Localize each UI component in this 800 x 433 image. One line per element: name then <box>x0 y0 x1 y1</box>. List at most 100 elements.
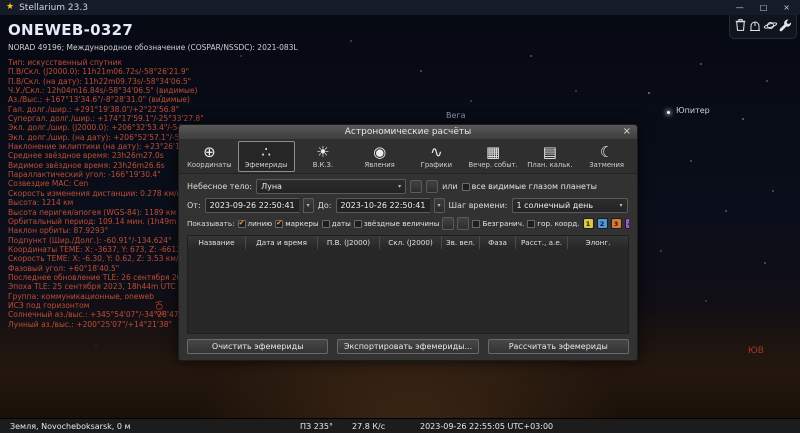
checkbox-option[interactable]: гор. коорд. <box>527 219 580 228</box>
minimize-button[interactable]: — <box>736 3 744 12</box>
stellarium-logo-icon: ★ <box>6 2 15 12</box>
tab-label: Затмения <box>589 161 624 169</box>
prev-body-button[interactable] <box>410 180 423 193</box>
ephemeris-table: Название Дата и время П.В. (J2000) Скл. … <box>187 235 629 334</box>
checkbox-icon <box>321 219 330 228</box>
status-fps: 27.8 К/с <box>352 422 386 431</box>
time-step-select[interactable]: 1 солнечный день <box>511 198 628 213</box>
checkbox-icon <box>461 182 470 191</box>
dialog-title: Астрономические расчёты <box>344 127 472 137</box>
table-header-cell[interactable]: Название <box>188 236 246 249</box>
dialog-titlebar[interactable]: Астрономические расчёты × <box>179 125 637 139</box>
or-label: или <box>442 182 458 191</box>
object-info-line: Супергал. долг./шир.: +174°17'59.1"/-25°… <box>8 114 204 124</box>
time-step-label: Шаг времени: <box>448 201 508 210</box>
ephemeris-table-body <box>188 249 628 333</box>
color-preset-button[interactable]: 1 <box>582 218 594 229</box>
color-preset-button[interactable]: 4 <box>624 218 629 229</box>
celestial-body-select[interactable]: Луна <box>256 179 407 194</box>
dialog-tab[interactable]: ∴ Эфемериды <box>237 141 295 172</box>
window-title: Stellarium 23.3 <box>19 2 88 13</box>
wrench-icon[interactable] <box>779 19 792 32</box>
object-info-line: П.В/Скл. (J2000.0): 11h21m06.72s/-58°26'… <box>8 67 190 77</box>
cardinal-se-label: ЮВ <box>748 346 764 356</box>
tab-icon: ▤ <box>542 143 557 161</box>
table-header-cell[interactable]: П.В. (J2000) <box>318 236 380 249</box>
stellarium-app: Юпитер Вега ЮВ ЮЗ ★ Stellarium 23.3 — □ … <box>0 0 800 433</box>
maximize-button[interactable]: □ <box>760 3 768 12</box>
dialog-tab[interactable]: ⊕ Координаты <box>181 141 238 172</box>
to-date-input[interactable]: 2023-10-26 22:50:41 <box>335 198 430 213</box>
trash-icon[interactable] <box>734 18 747 32</box>
next-body-button[interactable] <box>426 180 439 193</box>
table-header-cell[interactable]: Скл. (J2000) <box>380 236 442 249</box>
tab-icon: ☀ <box>316 143 330 161</box>
checkbox-icon <box>275 219 284 228</box>
close-window-button[interactable]: × <box>783 3 790 12</box>
checkbox-option[interactable]: Безгранич. <box>472 219 524 228</box>
dialog-tab[interactable]: ◉ Явления <box>351 141 408 172</box>
checkbox-option[interactable]: звёздные величины <box>353 219 440 228</box>
time-step-value: 1 солнечный день <box>516 201 594 210</box>
checkbox-label: линию <box>247 219 273 228</box>
vega-label: Вега <box>446 111 466 120</box>
tab-icon: ∿ <box>430 143 443 161</box>
tab-label: План. кальк. <box>527 161 573 169</box>
marker-style-button[interactable] <box>457 217 470 230</box>
table-header-cell[interactable]: Элонг. <box>568 236 628 249</box>
to-label: До: <box>317 201 332 210</box>
tab-label: Графики <box>420 161 453 169</box>
celestial-body-row: Небесное тело: Луна или все видимые глаз… <box>187 179 629 194</box>
close-icon[interactable]: × <box>623 125 631 139</box>
show-label: Показывать: <box>187 219 235 228</box>
show-row: Показывать: линию маркеры <box>187 217 629 230</box>
object-info-line: Ч.У./Скл.: 12h04m16.84s/-58°34'06.5" (ви… <box>8 86 198 96</box>
dialog-tab[interactable]: ▦ Вечер. событ. <box>465 141 522 172</box>
checkbox-label: звёздные величины <box>363 219 440 228</box>
checkbox-option[interactable]: линию <box>237 219 273 228</box>
object-designation: NORAD 49196; Международное обозначение (… <box>8 43 298 52</box>
from-date-dropdown-icon[interactable] <box>302 198 314 213</box>
table-header-cell[interactable]: Фаза <box>480 236 516 249</box>
all-planets-label: все видимые глазом планеты <box>471 182 597 191</box>
color-preset-buttons: 1 2 3 4 5 <box>582 218 629 229</box>
line-style-button[interactable] <box>442 217 455 230</box>
table-header-cell[interactable]: Дата и время <box>246 236 318 249</box>
window-titlebar[interactable]: ★ Stellarium 23.3 — □ × <box>0 0 800 15</box>
dialog-tab[interactable]: ∿ Графики <box>408 141 465 172</box>
saturn-icon[interactable] <box>763 19 778 32</box>
checkbox-label: маркеры <box>285 219 319 228</box>
tab-icon: ☾ <box>599 143 614 161</box>
top-toolbar <box>729 11 797 39</box>
dialog-tab[interactable]: ▤ План. кальк. <box>522 141 579 172</box>
jupiter-planet-dot[interactable] <box>667 111 670 114</box>
checkbox-icon <box>527 219 536 228</box>
table-header-cell[interactable]: Зв. вел. <box>442 236 480 249</box>
dome-icon[interactable] <box>748 19 762 32</box>
all-planets-option[interactable]: все видимые глазом планеты <box>461 182 597 191</box>
checkbox-icon <box>472 219 481 228</box>
table-header-cell[interactable]: Расст., а.е. <box>516 236 568 249</box>
checkbox-option[interactable]: даты <box>321 219 351 228</box>
checkbox-option[interactable]: маркеры <box>275 219 319 228</box>
tab-label: Эфемериды <box>244 161 288 169</box>
to-date-dropdown-icon[interactable] <box>433 198 445 213</box>
window-controls: — □ × <box>736 3 794 12</box>
dialog-tab[interactable]: ☾ Затмения <box>578 141 635 172</box>
dialog-tab[interactable]: ☀ В.К.З. <box>295 141 352 172</box>
calculate-ephemerides-button[interactable]: Рассчитать эфемериды <box>487 339 629 354</box>
color-preset-button[interactable]: 2 <box>596 218 608 229</box>
from-date-input[interactable]: 2023-09-26 22:50:41 <box>204 198 299 213</box>
celestial-body-value: Луна <box>261 182 282 191</box>
astro-calc-dialog: Астрономические расчёты × ⊕ Координаты ∴… <box>178 124 638 361</box>
checkbox-icon <box>353 219 362 228</box>
export-ephemerides-button[interactable]: Экспортировать эфемериды... <box>337 339 479 354</box>
color-preset-button[interactable]: 3 <box>610 218 622 229</box>
checkbox-label: гор. коорд. <box>537 219 580 228</box>
status-bar: Земля, Novocheboksarsk, 0 м ПЗ 235° 27.8… <box>0 418 800 433</box>
tab-icon: ∴ <box>261 143 271 161</box>
ephemeris-table-header: Название Дата и время П.В. (J2000) Скл. … <box>188 236 628 249</box>
clear-ephemerides-button[interactable]: Очистить эфемериды <box>187 339 329 354</box>
dialog-buttons-row: Очистить эфемериды Экспортировать эфемер… <box>179 334 637 360</box>
tab-icon: ◉ <box>373 143 387 161</box>
